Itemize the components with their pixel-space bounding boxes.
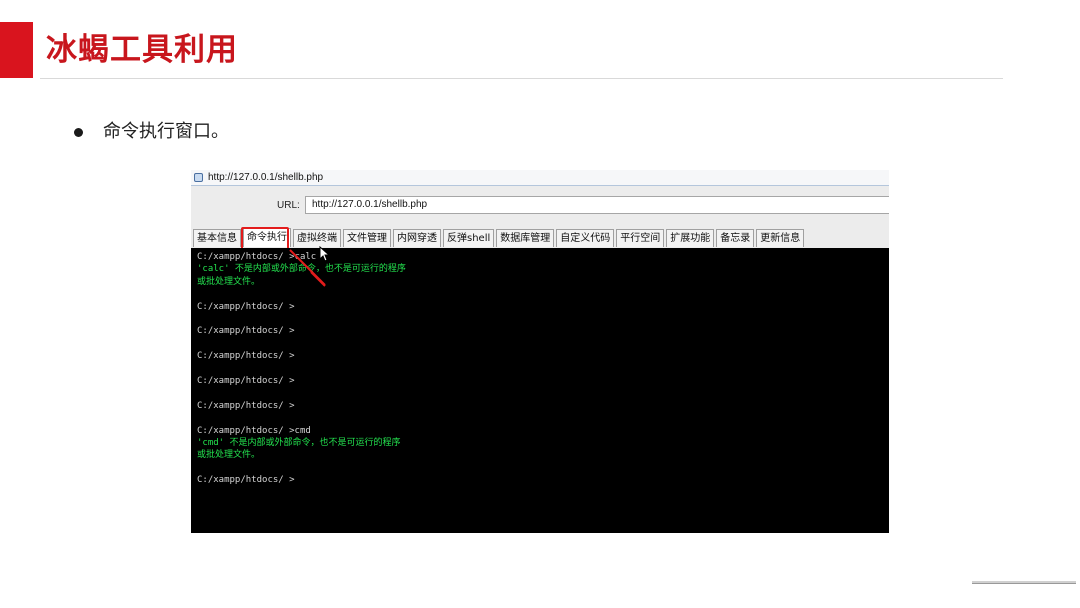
- mouse-cursor-icon: [319, 246, 331, 262]
- bullet-text: 命令执行窗口。: [103, 121, 229, 142]
- embedded-screenshot: http://127.0.0.1/shellb.php URL: http://…: [191, 170, 889, 533]
- bullet-dot-icon: [74, 127, 83, 137]
- slide-title: 冰蝎工具利用: [46, 32, 238, 68]
- title-divider: [40, 78, 1003, 79]
- bullet-item: 命令执行窗口。: [74, 120, 229, 144]
- annotation-arrow-icon: [289, 249, 326, 287]
- corner-decoration: [972, 581, 1076, 584]
- title-accent-bar: [0, 22, 33, 78]
